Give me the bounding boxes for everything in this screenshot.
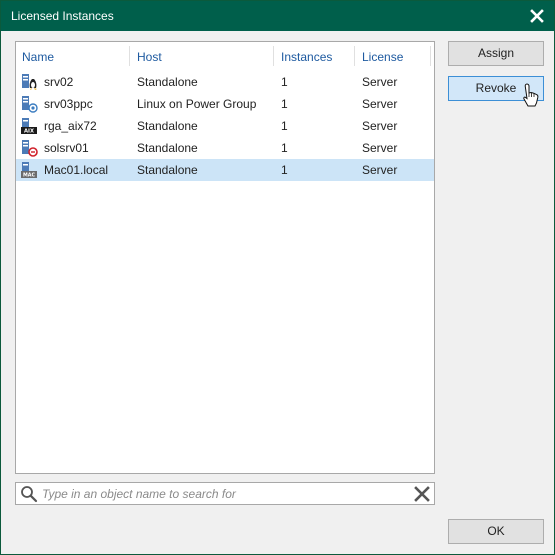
- cell-license: Server: [362, 163, 398, 177]
- cell-host: Linux on Power Group: [137, 97, 257, 111]
- clear-search-icon[interactable]: [414, 486, 430, 502]
- cell-name: solsrv01: [44, 141, 89, 155]
- cell-host: Standalone: [137, 75, 198, 89]
- cell-instances: 1: [281, 97, 288, 111]
- column-header-instances[interactable]: Instances: [275, 42, 332, 70]
- title-bar: Licensed Instances: [1, 1, 554, 31]
- cell-host: Standalone: [137, 119, 198, 133]
- search-icon: [21, 486, 38, 503]
- cell-instances: 1: [281, 75, 288, 89]
- cell-license: Server: [362, 119, 398, 133]
- licensed-instances-dialog: Licensed Instances Name Host Instances L…: [0, 0, 555, 555]
- mac-server-icon: MAC: [21, 162, 37, 179]
- power-server-icon: [22, 96, 38, 113]
- cell-name: rga_aix72: [44, 119, 97, 133]
- table-row[interactable]: MAC Mac01.local Standalone 1 Server: [16, 159, 434, 181]
- assign-button[interactable]: Assign: [448, 41, 544, 66]
- cell-host: Standalone: [137, 163, 198, 177]
- column-separator[interactable]: [430, 46, 431, 66]
- table-row[interactable]: AIX rga_aix72 Standalone 1 Server: [16, 115, 434, 137]
- column-header-license[interactable]: License: [356, 42, 403, 70]
- cell-name: srv02: [44, 75, 74, 89]
- cell-host: Standalone: [137, 141, 198, 155]
- table-row[interactable]: srv02 Standalone 1 Server: [16, 71, 434, 93]
- cell-instances: 1: [281, 119, 288, 133]
- ok-button[interactable]: OK: [448, 519, 544, 544]
- solaris-server-icon: [22, 140, 38, 157]
- revoke-button[interactable]: Revoke: [448, 76, 544, 101]
- table-row[interactable]: solsrv01 Standalone 1 Server: [16, 137, 434, 159]
- search-box: [15, 482, 435, 505]
- instances-list: Name Host Instances License srv02 Standal…: [15, 41, 435, 474]
- column-header-name[interactable]: Name: [16, 42, 54, 70]
- aix-server-icon: AIX: [21, 118, 37, 135]
- column-header-host[interactable]: Host: [131, 42, 162, 70]
- linux-server-icon: [22, 74, 37, 90]
- cell-name: srv03ppc: [44, 97, 93, 111]
- cell-license: Server: [362, 75, 398, 89]
- close-icon[interactable]: [528, 7, 546, 25]
- table-row[interactable]: srv03ppc Linux on Power Group 1 Server: [16, 93, 434, 115]
- window-title: Licensed Instances: [11, 9, 114, 23]
- cell-instances: 1: [281, 141, 288, 155]
- cell-license: Server: [362, 141, 398, 155]
- column-separator[interactable]: [354, 46, 355, 66]
- svg-text:MAC: MAC: [23, 173, 35, 179]
- svg-text:AIX: AIX: [24, 129, 34, 135]
- search-input[interactable]: [42, 485, 402, 502]
- cell-name: Mac01.local: [44, 163, 109, 177]
- column-separator[interactable]: [273, 46, 274, 66]
- column-separator[interactable]: [129, 46, 130, 66]
- cell-instances: 1: [281, 163, 288, 177]
- list-header: Name Host Instances License: [16, 42, 434, 70]
- cell-license: Server: [362, 97, 398, 111]
